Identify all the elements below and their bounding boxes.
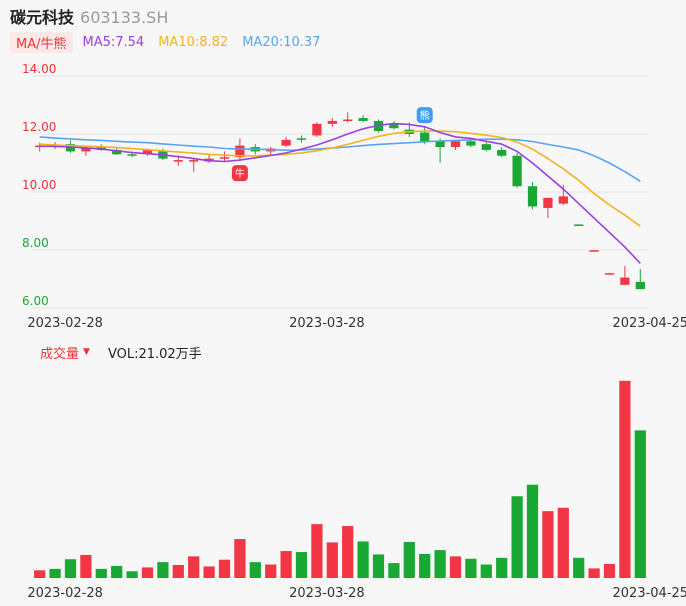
y-tick-label: 6.00 <box>22 294 49 308</box>
x-tick-label: 2023-02-28 <box>27 316 103 331</box>
candle[interactable] <box>127 154 137 156</box>
volume-bar[interactable] <box>49 568 61 578</box>
y-tick-label: 10.00 <box>22 178 56 192</box>
y-tick-label: 14.00 <box>22 62 56 76</box>
volume-bar[interactable] <box>357 541 369 578</box>
candle[interactable] <box>635 281 645 290</box>
volume-bar[interactable] <box>419 553 431 578</box>
volume-bar[interactable] <box>588 568 600 578</box>
x-tick-label: 2023-04-25 <box>613 316 686 331</box>
volume-bar[interactable] <box>249 562 261 578</box>
volume-bar[interactable] <box>496 557 508 578</box>
volume-x-tick-label: 2023-03-28 <box>289 586 365 601</box>
volume-bar[interactable] <box>311 524 323 578</box>
volume-bar[interactable] <box>619 380 631 578</box>
volume-bar[interactable] <box>511 496 523 578</box>
candle[interactable] <box>189 160 199 162</box>
y-tick-label: 12.00 <box>22 120 56 134</box>
candle[interactable] <box>512 155 522 187</box>
bull-badge-label: 牛 <box>235 167 245 180</box>
candle[interactable] <box>543 197 553 208</box>
volume-bar[interactable] <box>126 571 138 578</box>
volume-bar[interactable] <box>403 541 415 578</box>
volume-bar[interactable] <box>573 557 585 578</box>
volume-bar[interactable] <box>480 564 492 578</box>
candle[interactable] <box>281 139 291 146</box>
candle[interactable] <box>527 186 538 207</box>
candle[interactable] <box>312 123 322 136</box>
candle[interactable] <box>173 160 183 162</box>
volume-bar[interactable] <box>449 556 462 578</box>
bear-badge-label: 熊 <box>420 109 430 122</box>
volume-bar[interactable] <box>95 568 107 578</box>
volume-x-tick-label: 2023-02-28 <box>27 586 103 601</box>
volume-bar[interactable] <box>34 570 46 578</box>
volume-bar[interactable] <box>265 564 277 578</box>
candle[interactable] <box>358 118 368 121</box>
candle[interactable] <box>589 250 599 252</box>
volume-bar[interactable] <box>80 554 92 578</box>
volume-bar[interactable] <box>203 566 215 578</box>
volume-x-tick-label: 2023-04-25 <box>613 586 686 601</box>
volume-bar[interactable] <box>188 556 200 578</box>
volume-bar[interactable] <box>172 565 184 578</box>
candle[interactable] <box>497 149 507 156</box>
stock-chart[interactable]: 14.00 12.00 10.00 8.00 6.00 2023-02-28 2023-03… <box>0 0 686 606</box>
volume-bar[interactable] <box>526 484 539 578</box>
volume-bar[interactable] <box>234 539 246 578</box>
candle[interactable] <box>327 120 337 124</box>
volume-bar[interactable] <box>542 511 554 578</box>
candle[interactable] <box>574 224 584 226</box>
volume-bar[interactable] <box>465 558 477 578</box>
volume-bar[interactable] <box>557 507 569 578</box>
candle[interactable] <box>296 138 307 140</box>
volume-bar[interactable] <box>141 567 154 578</box>
candle[interactable] <box>481 144 491 150</box>
candle[interactable] <box>466 141 476 146</box>
volume-bar[interactable] <box>634 430 646 578</box>
volume-bar[interactable] <box>111 565 123 578</box>
ma20-line <box>39 136 641 182</box>
volume-bar[interactable] <box>603 564 616 578</box>
candle[interactable] <box>435 141 445 148</box>
candle[interactable] <box>620 277 630 285</box>
candle[interactable] <box>558 196 568 204</box>
volume-bar[interactable] <box>326 542 338 578</box>
volume-bar[interactable] <box>342 526 354 578</box>
x-tick-label: 2023-03-28 <box>289 316 365 331</box>
y-tick-label: 8.00 <box>22 236 49 250</box>
candle[interactable] <box>343 119 353 122</box>
volume-bar[interactable] <box>218 559 231 578</box>
volume-bar[interactable] <box>434 550 446 578</box>
volume-bar[interactable] <box>157 562 169 578</box>
volume-bar[interactable] <box>64 559 77 578</box>
volume-bar[interactable] <box>295 552 308 578</box>
candle[interactable] <box>604 273 615 275</box>
candle[interactable] <box>450 141 461 148</box>
volume-bar[interactable] <box>280 551 292 578</box>
volume-bar[interactable] <box>372 554 385 578</box>
candle[interactable] <box>420 132 430 142</box>
candle[interactable] <box>219 157 230 159</box>
volume-bar[interactable] <box>388 563 400 578</box>
